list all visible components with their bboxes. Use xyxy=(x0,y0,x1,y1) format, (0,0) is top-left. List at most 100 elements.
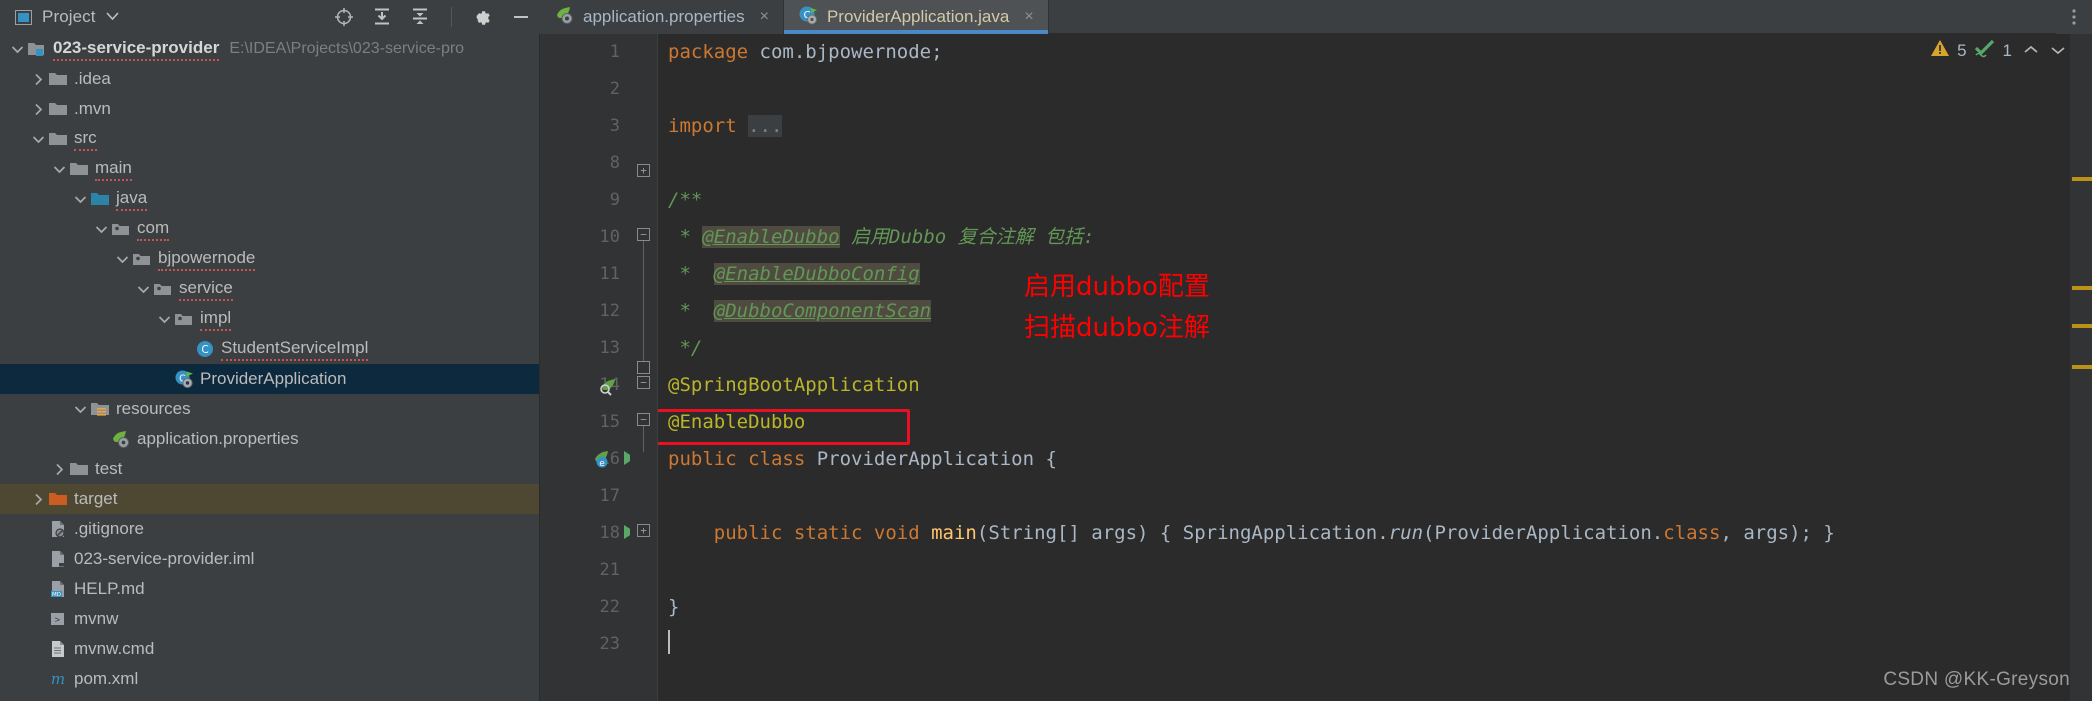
code-line[interactable]: * @EnableDubbo 启用Dubbo 复合注解 包括: xyxy=(658,219,2070,256)
code-line[interactable]: } xyxy=(658,589,2070,626)
tree-item-studentserviceimpl[interactable]: C StudentServiceImpl xyxy=(0,334,539,364)
tree-item-impl[interactable]: impl xyxy=(0,304,539,334)
package-icon xyxy=(131,249,153,269)
code-line[interactable] xyxy=(658,626,2070,663)
code-line[interactable] xyxy=(658,145,2070,182)
tree-item-help-md[interactable]: MD HELP.md xyxy=(0,574,539,604)
tree-item-mvnw-cmd[interactable]: mvnw.cmd xyxy=(0,634,539,664)
folder-icon xyxy=(47,69,69,89)
tree-item-label: test xyxy=(95,459,123,478)
code-folding-column[interactable]: + − − − + xyxy=(630,34,658,701)
red-note-2: 扫描dubbo注解 xyxy=(1024,313,1210,343)
tree-item-023-service-provider-iml[interactable]: 023-service-provider.iml xyxy=(0,544,539,574)
chevron-down-icon[interactable] xyxy=(50,165,68,174)
tree-item-main[interactable]: main xyxy=(0,154,539,184)
tree-item-service[interactable]: service xyxy=(0,274,539,304)
chevron-right-icon[interactable] xyxy=(29,493,47,506)
code-line[interactable]: /** xyxy=(658,182,2070,219)
tree-item-resources[interactable]: resources xyxy=(0,394,539,424)
code-line[interactable]: @EnableDubbo xyxy=(658,404,2070,441)
hide-tool-window-icon[interactable] xyxy=(510,6,532,28)
spring-boot-class-icon: C xyxy=(173,369,195,389)
code-line[interactable]: @SpringBootApplication xyxy=(658,367,2070,404)
fold-toggle-class[interactable]: − xyxy=(637,376,650,389)
tree-item-target[interactable]: target xyxy=(0,484,539,514)
chevron-right-icon[interactable] xyxy=(29,73,47,86)
tree-item-com[interactable]: com xyxy=(0,214,539,244)
tree-item-providerapplication[interactable]: C ProviderApplication xyxy=(0,364,539,394)
tab-provider-application-java[interactable]: C ProviderApplication.java × xyxy=(783,0,1049,34)
fold-toggle-method[interactable]: + xyxy=(637,524,650,537)
fold-toggle-annotation[interactable]: − xyxy=(637,413,650,426)
error-stripe-marker-bar[interactable] xyxy=(2070,34,2092,701)
code-line[interactable]: package com.bjpowernode; xyxy=(658,34,2070,71)
code-line[interactable]: public class ProviderApplication { xyxy=(658,441,2070,478)
code-token: * xyxy=(668,226,703,248)
tree-item-application-properties[interactable]: application.properties xyxy=(0,424,539,454)
tree-item-mvnw[interactable]: > mvnw xyxy=(0,604,539,634)
expand-all-icon[interactable] xyxy=(371,6,393,28)
code-token: main xyxy=(931,522,977,544)
project-tree-panel[interactable]: 023-service-provider E:\IDEA\Projects\023… xyxy=(0,34,540,701)
tree-item-bjpowernode[interactable]: bjpowernode xyxy=(0,244,539,274)
tree-item-label: bjpowernode xyxy=(158,248,256,271)
code-editor[interactable]: 1 2 3 8 9 10 11 12 13 14 15 16 17 18 21 22 23 e xyxy=(540,34,2092,701)
close-icon[interactable]: × xyxy=(760,9,769,25)
tree-item-pom-xml[interactable]: m pom.xml xyxy=(0,664,539,694)
chevron-down-icon[interactable] xyxy=(113,255,131,264)
code-line[interactable]: */ xyxy=(658,330,2070,367)
fold-toggle-javadoc-start[interactable]: − xyxy=(637,228,650,241)
tab-application-properties[interactable]: application.properties × xyxy=(540,0,784,34)
fold-region-line xyxy=(643,234,644,374)
code-line[interactable] xyxy=(658,552,2070,589)
ok-count: 1 xyxy=(2002,40,2012,60)
tree-item-java[interactable]: java xyxy=(0,184,539,214)
tree-item-023-service-provider[interactable]: 023-service-provider E:\IDEA\Projects\023… xyxy=(0,34,539,64)
chevron-right-icon[interactable] xyxy=(29,103,47,116)
collapse-all-icon[interactable] xyxy=(409,6,431,28)
code-line[interactable]: * @DubboComponentScan xyxy=(658,293,2070,330)
close-icon[interactable]: × xyxy=(1024,9,1033,25)
code-line[interactable]: * @EnableDubboConfig xyxy=(658,256,2070,293)
tree-item-src[interactable]: src xyxy=(0,124,539,154)
code-line[interactable]: import ... xyxy=(658,108,2070,145)
editor-options-icon[interactable] xyxy=(2056,0,2092,34)
code-token: ProviderApplication { xyxy=(816,448,1057,470)
chevron-down-icon[interactable] xyxy=(2050,43,2066,59)
fold-toggle-javadoc-end[interactable] xyxy=(637,361,650,374)
code-line[interactable] xyxy=(658,478,2070,515)
tree-item-test[interactable]: test xyxy=(0,454,539,484)
code-text-area[interactable]: package com.bjpowernode; import ... /** * … xyxy=(658,34,2070,701)
code-token: 启用Dubbo 复合注解 包括: xyxy=(839,226,1095,248)
tree-item-label: com xyxy=(137,218,170,241)
chevron-down-icon[interactable] xyxy=(29,135,47,144)
warning-marker xyxy=(2072,286,2092,290)
intellij-idea-window: Project application.properties × C Provi… xyxy=(0,0,2092,701)
code-token: run xyxy=(1388,522,1424,544)
chevron-down-icon[interactable] xyxy=(106,11,119,23)
inspection-widget[interactable]: 5 1 xyxy=(1930,38,2066,63)
chevron-down-icon[interactable] xyxy=(155,315,173,324)
tree-item-gitignore[interactable]: .gitignore xyxy=(0,514,539,544)
chevron-down-icon[interactable] xyxy=(71,195,89,204)
warning-marker xyxy=(2072,177,2092,181)
spring-properties-icon xyxy=(110,429,132,449)
fold-toggle-import[interactable]: + xyxy=(637,164,650,177)
chevron-up-icon[interactable] xyxy=(2023,43,2039,59)
gear-icon[interactable] xyxy=(472,6,494,28)
chevron-down-icon[interactable] xyxy=(134,285,152,294)
code-token: * xyxy=(668,300,714,322)
locate-icon[interactable] xyxy=(333,6,355,28)
tree-item-idea[interactable]: .idea xyxy=(0,64,539,94)
tree-item-label: mvnw xyxy=(74,609,119,628)
maven-pom-icon: m xyxy=(47,669,69,689)
chevron-down-icon[interactable] xyxy=(71,405,89,414)
chevron-right-icon[interactable] xyxy=(50,463,68,476)
chevron-down-icon[interactable] xyxy=(8,45,26,54)
line-number: 18 xyxy=(599,523,620,543)
line-number: 11 xyxy=(599,264,620,284)
chevron-down-icon[interactable] xyxy=(92,225,110,234)
code-line[interactable]: public static void main(String[] args) {… xyxy=(658,515,2070,552)
tree-item-mvn[interactable]: .mvn xyxy=(0,94,539,124)
code-line[interactable] xyxy=(658,71,2070,108)
